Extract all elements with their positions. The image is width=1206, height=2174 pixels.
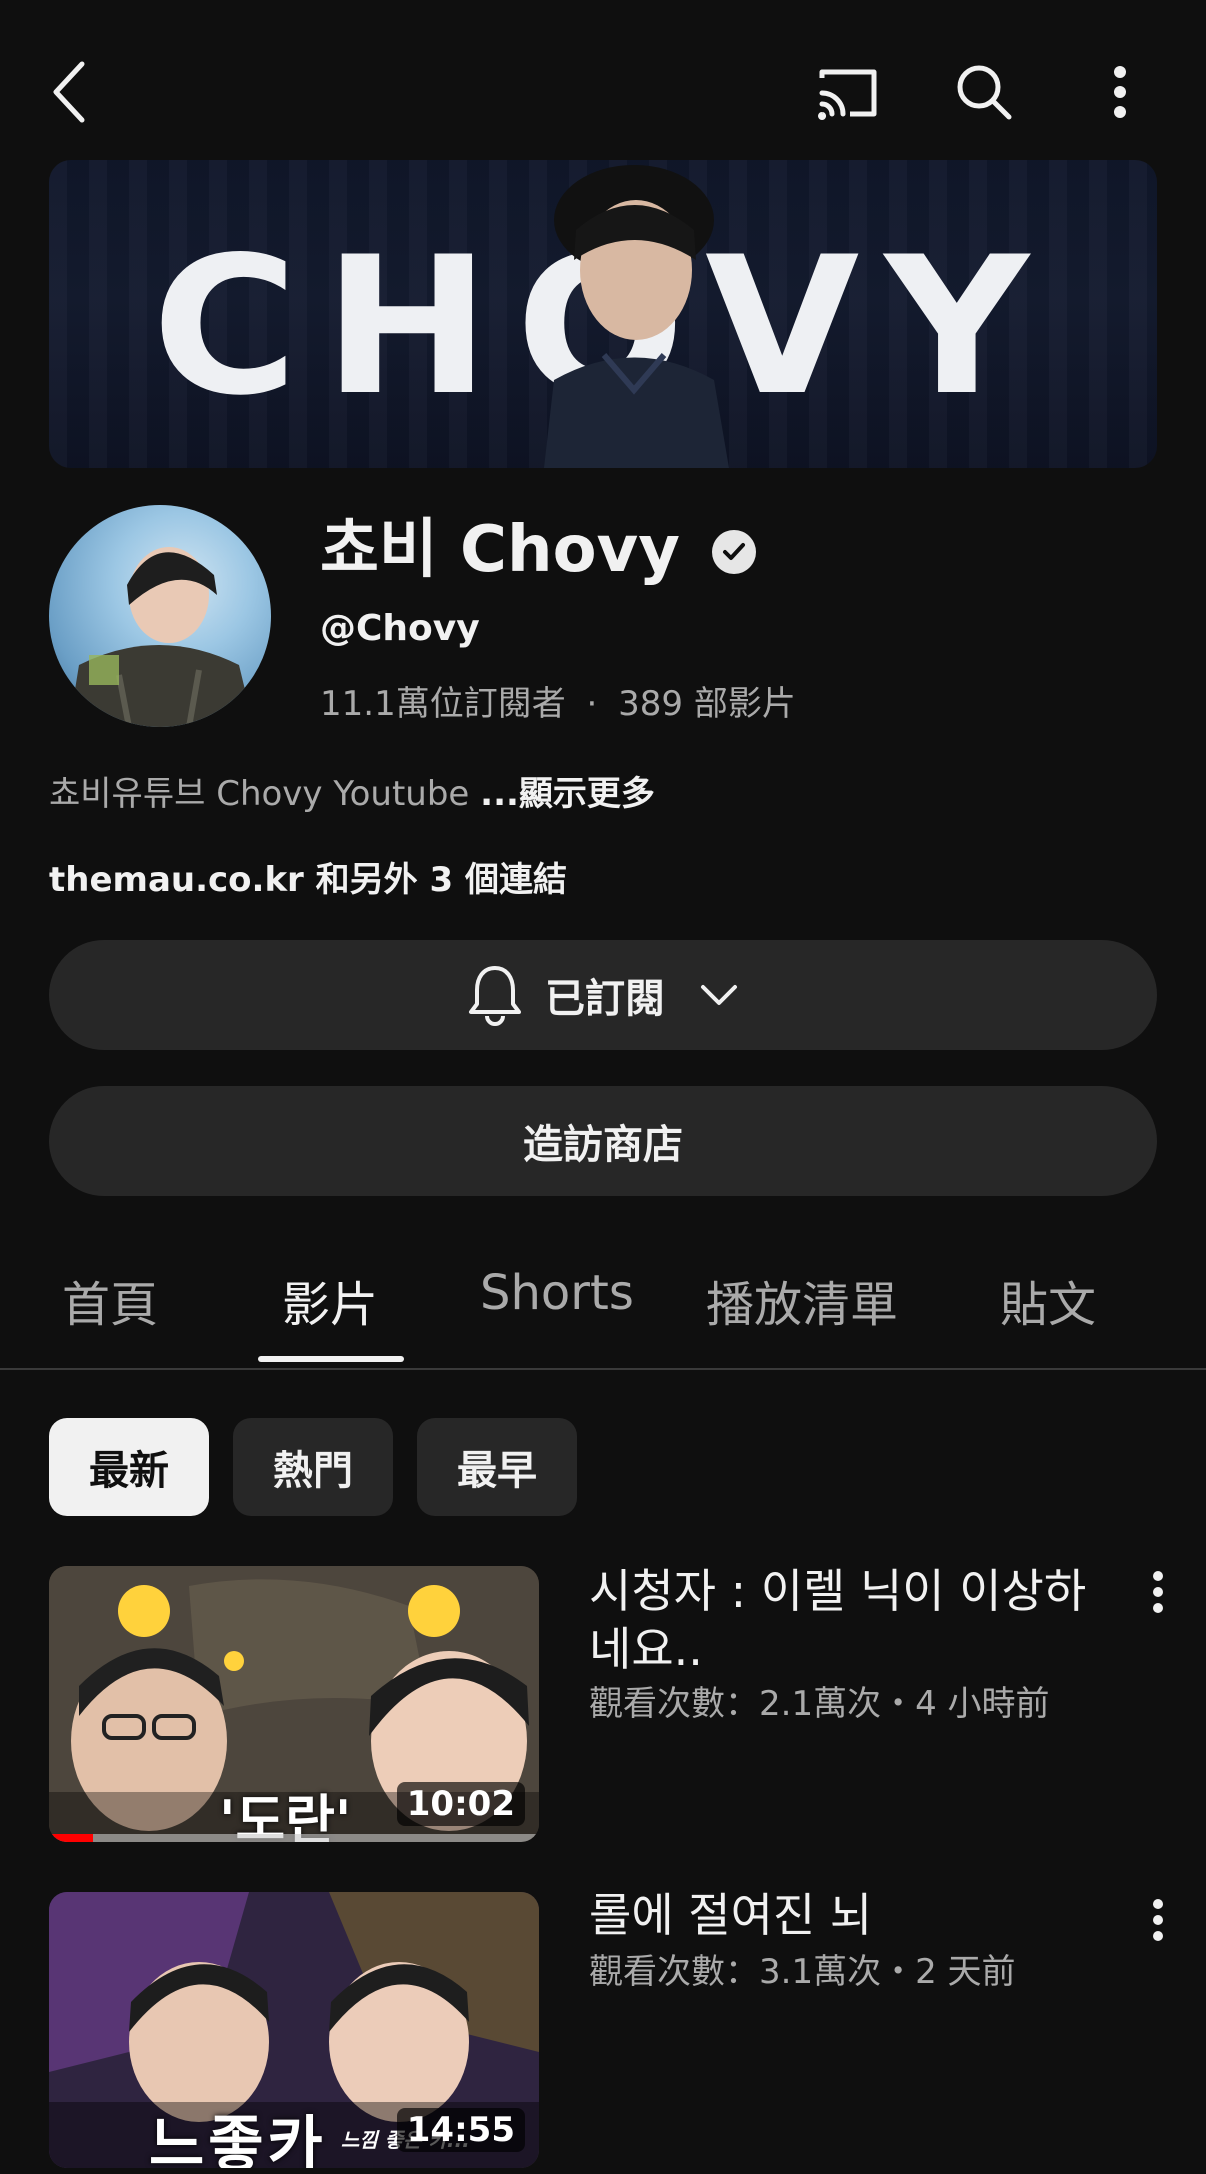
more-options-button[interactable] — [1088, 60, 1152, 124]
bell-icon — [469, 966, 521, 1026]
video-count: 389 部影片 — [618, 684, 796, 724]
subscribed-button[interactable]: 已訂閱 — [49, 940, 1157, 1050]
video-meta: 觀看次數：3.1萬次・2 天前 — [589, 1952, 1016, 1992]
video-duration: 14:55 — [396, 2108, 525, 2152]
cast-icon — [818, 69, 877, 120]
avatar-image — [69, 547, 254, 727]
tab-shorts[interactable]: Shorts — [480, 1265, 634, 1321]
tab-videos[interactable]: 影片 — [282, 1265, 378, 1335]
channel-name: 쵸비 Chovy — [320, 513, 680, 587]
cast-button[interactable] — [816, 60, 880, 124]
video-title[interactable]: 롤에 절여진 뇌 — [589, 1886, 1109, 1944]
active-tab-indicator — [258, 1356, 404, 1362]
visit-store-button[interactable]: 造訪商店 — [49, 1086, 1157, 1196]
channel-tabs: 首頁 影片 Shorts 播放清單 貼文 — [0, 1240, 1206, 1370]
chip-oldest[interactable]: 最早 — [417, 1418, 577, 1516]
more-vert-icon — [1114, 66, 1126, 118]
show-more-link[interactable]: ...顯示更多 — [480, 774, 655, 814]
channel-banner: CHOVY — [49, 160, 1157, 468]
video-title[interactable]: 시청자 : 이렐 닉이 이상하네요.. — [589, 1562, 1109, 1678]
channel-avatar[interactable] — [49, 505, 271, 727]
watch-progress-fill — [49, 1834, 94, 1842]
banner-person-image — [544, 165, 729, 468]
video-meta: 觀看次數：2.1萬次・4 小時前 — [589, 1684, 1050, 1724]
more-vert-icon — [1153, 1899, 1163, 1941]
tab-playlists[interactable]: 播放清單 — [706, 1265, 898, 1335]
thumbnail-caption: 느좋카 — [149, 2110, 327, 2168]
video-menu-button[interactable] — [1140, 1562, 1176, 1622]
channel-links[interactable]: themau.co.kr 和另外 3 個連結 — [49, 852, 567, 901]
video-thumbnail[interactable]: '도란' 10:02 — [49, 1566, 539, 1842]
back-button[interactable] — [40, 60, 104, 124]
more-vert-icon — [1153, 1571, 1163, 1613]
verified-badge — [712, 530, 756, 574]
verified-icon — [723, 543, 745, 560]
watch-progress-track — [49, 1834, 539, 1842]
video-duration: 10:02 — [396, 1782, 525, 1826]
chevron-down-icon — [701, 985, 737, 1005]
channel-description[interactable]: 쵸비유튜브 Chovy Youtube ...顯示更多 — [49, 766, 655, 815]
description-text: 쵸비유튜브 Chovy Youtube — [49, 774, 470, 814]
stats-separator: · — [586, 684, 598, 724]
thumbnail-caption: '도란' — [219, 1789, 352, 1842]
video-thumbnail[interactable]: 느좋카 느낌 좋은 카... 14:55 — [49, 1892, 539, 2168]
video-menu-button[interactable] — [1140, 1890, 1176, 1950]
search-icon — [957, 65, 1012, 120]
chip-latest[interactable]: 最新 — [49, 1418, 209, 1516]
channel-handle: @Chovy — [320, 608, 480, 649]
channel-stats: 11.1萬位訂閱者 · 389 部影片 — [320, 676, 796, 725]
subscriber-count: 11.1萬位訂閱者 — [320, 684, 566, 724]
back-icon — [53, 61, 85, 123]
tab-home[interactable]: 首頁 — [62, 1265, 158, 1335]
search-button[interactable] — [952, 60, 1016, 124]
subscribed-label: 已訂閱 — [545, 976, 665, 1022]
tab-posts[interactable]: 貼文 — [1000, 1265, 1096, 1335]
chip-popular[interactable]: 熱門 — [233, 1418, 393, 1516]
